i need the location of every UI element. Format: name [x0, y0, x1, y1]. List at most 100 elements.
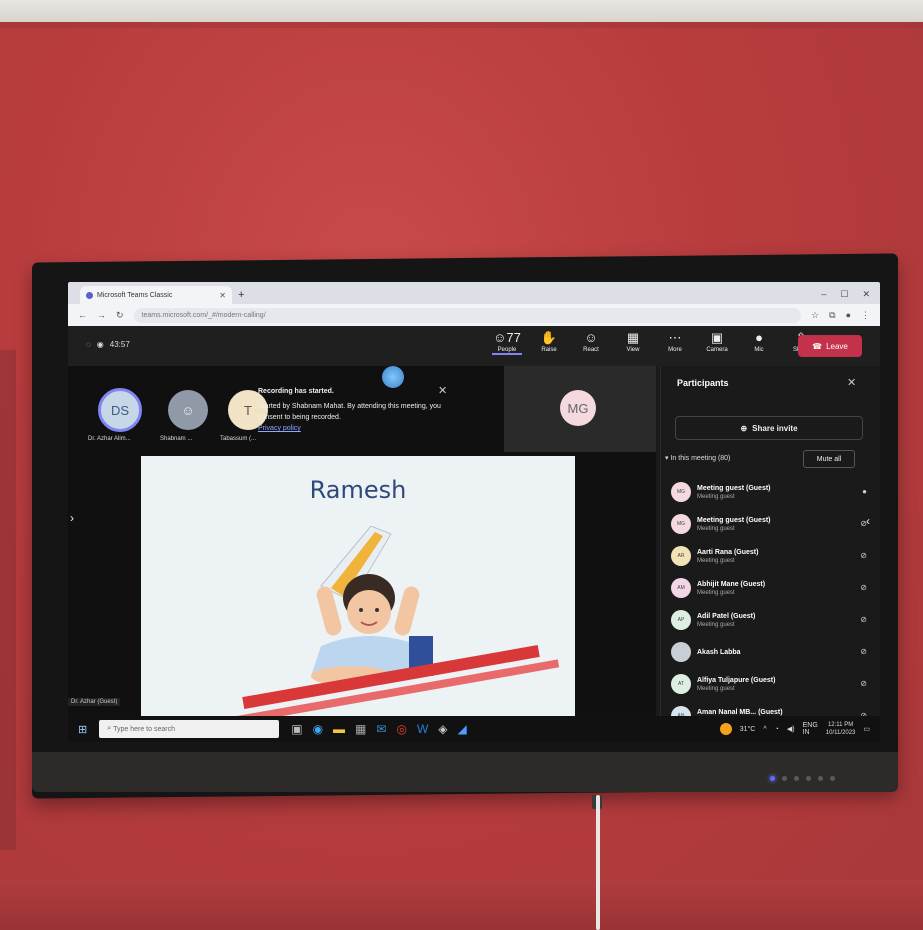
maximize-icon[interactable]: ☐ [840, 289, 848, 300]
tray-chevron-icon[interactable]: ^ [763, 726, 766, 733]
participant-text: Akash Labba [697, 648, 741, 657]
toolbar-label: View [626, 347, 640, 353]
tv-bezel-bottom [32, 752, 898, 792]
weather-temp[interactable]: 31°C [740, 726, 756, 733]
chevron-left-icon[interactable]: ‹ [866, 514, 870, 528]
participant-row[interactable]: AR Aarti Rana (Guest) Meeting guest ⊘ [671, 540, 871, 572]
participant-row[interactable]: MG Meeting guest (Guest) Meeting guest ⊘ [671, 508, 871, 540]
react-button[interactable]: ☺ React [576, 330, 606, 355]
browser-address-row: ← → ↻ teams.microsoft.com/_#/modern-call… [68, 304, 880, 326]
participant-name: Meeting guest (Guest) [697, 484, 771, 492]
toolbar-label: Camera [706, 347, 728, 353]
bookmark-star-icon[interactable]: ☆ [811, 310, 819, 321]
task-view-icon[interactable]: ▣ [291, 722, 302, 736]
participant-avatar: AT [671, 674, 691, 694]
store-icon[interactable]: ▦ [355, 722, 366, 736]
participant-list: MG Meeting guest (Guest) Meeting guest ● MG M… [671, 476, 871, 732]
system-tray: 31°C ^ ◔ ◀) ENG IN 12:11 PM 10/11/2023 ▭ [719, 721, 880, 737]
lang-indicator[interactable]: ENG IN [803, 722, 818, 736]
volume-icon[interactable]: ◀) [787, 725, 795, 733]
cable [596, 795, 600, 930]
camera-icon: ▣ [710, 330, 724, 345]
tile-label-shabnam: Shabnam ... [160, 436, 193, 442]
back-icon[interactable]: ← [78, 310, 87, 320]
chevron-right-icon[interactable]: › [70, 511, 74, 525]
mic-icon: ● [862, 487, 867, 496]
avatar-shabnam[interactable]: ☺ [168, 390, 208, 430]
app-icon[interactable]: ◢ [458, 722, 467, 736]
view-button[interactable]: ▦ View [618, 330, 648, 355]
toolbar-label: More [668, 347, 682, 353]
people-button[interactable]: ☺77 People [492, 330, 522, 355]
file-explorer-icon[interactable]: ▬ [333, 722, 345, 736]
taskbar-clock[interactable]: 12:11 PM 10/11/2023 [826, 721, 856, 737]
participant-row[interactable]: AM Abhijit Mane (Guest) Meeting guest ⊘ [671, 572, 871, 604]
recording-notification: Recording has started. Started by Shabna… [258, 386, 458, 434]
forward-icon[interactable]: → [97, 310, 106, 320]
mic-muted-icon: ⊘ [860, 583, 867, 592]
participant-name: Adil Patel (Guest) [697, 612, 756, 620]
windows-start-icon[interactable]: ⊞ [78, 723, 87, 736]
taskbar-apps: ▣ ◉ ▬ ▦ ✉ ◎ W ◈ ◢ [291, 722, 467, 736]
participant-row[interactable]: AP Adil Patel (Guest) Meeting guest ⊘ [671, 604, 871, 636]
mail-icon[interactable]: ✉ [376, 722, 386, 736]
windows-taskbar: ⊞ ⌕ Type here to search ▣ ◉ ▬ ▦ ✉ ◎ W ◈ … [68, 716, 880, 742]
video-tile-mg[interactable]: MG [504, 366, 656, 452]
add-person-icon: ⊕ [740, 423, 748, 433]
taskbar-search[interactable]: ⌕ Type here to search [99, 720, 280, 738]
tile-label-tabassum: Tabassum (... [220, 436, 257, 442]
notifications-icon[interactable]: ▭ [863, 725, 870, 733]
mic-button[interactable]: ● Mic [744, 330, 774, 355]
participant-avatar: MG [671, 482, 691, 502]
mic-muted-icon: ⊘ [860, 615, 867, 624]
recording-body: Started by Shabnam Mahat. By attending t… [258, 403, 441, 421]
raise-button[interactable]: ✋ Raise [534, 330, 564, 355]
close-window-icon[interactable]: ✕ [862, 289, 870, 300]
network-icon[interactable]: ◔ [775, 726, 779, 733]
participant-role: Meeting guest [697, 525, 735, 532]
participant-name: Meeting guest (Guest) [697, 516, 771, 524]
meeting-timer-value: 43:57 [109, 340, 130, 349]
extensions-icon[interactable]: ⧉ [829, 310, 835, 321]
pointer-cursor [382, 366, 404, 388]
share-invite-button[interactable]: ⊕ Share invite [675, 416, 863, 440]
participant-name: Abhijit Mane (Guest) [697, 580, 766, 588]
privacy-policy-link[interactable]: Privacy policy [258, 423, 458, 434]
close-icon[interactable]: ✕ [847, 376, 856, 389]
camera-button[interactable]: ▣ Camera [702, 330, 732, 355]
minimize-icon[interactable]: – [821, 289, 826, 300]
participant-row[interactable]: Akash Labba ⊘ [671, 636, 871, 668]
leave-button-label: Leave [826, 341, 848, 351]
tab-close-icon[interactable]: ✕ [219, 291, 226, 300]
edge-icon[interactable]: ◉ [313, 722, 323, 736]
participant-row[interactable]: MG Meeting guest (Guest) Meeting guest ● [671, 476, 871, 508]
menu-icon[interactable]: ⋮ [861, 310, 870, 321]
chrome-icon[interactable]: ◎ [396, 722, 406, 736]
window-controls: – ☐ ✕ [821, 289, 880, 304]
new-tab-button[interactable]: + [238, 289, 244, 304]
profile-icon[interactable]: ● [846, 310, 851, 321]
browser-tab-strip: Microsoft Teams Classic ✕ + – ☐ ✕ [68, 282, 880, 304]
leave-button[interactable]: ☎ Leave [798, 335, 862, 357]
participant-text: Abhijit Mane (Guest) Meeting guest [697, 580, 765, 597]
wall-edge [0, 350, 16, 850]
meeting-stage: MG DS Dr. Azhar Alim... ☺ Shabnam ... T … [68, 366, 656, 716]
raise-hand-icon: ✋ [540, 330, 558, 345]
clock-date: 10/11/2023 [825, 730, 856, 736]
in-meeting-section[interactable]: ▾ In this meeting (80) [665, 454, 730, 462]
mute-all-button[interactable]: Mute all [803, 450, 855, 468]
people-icon: ☺77 [493, 330, 521, 345]
participant-row[interactable]: AT Alfiya Tuljapure (Guest) Meeting guest ⊘ [671, 668, 871, 700]
word-icon[interactable]: W [417, 722, 428, 736]
avatar-ds[interactable]: DS [98, 388, 142, 432]
more-button[interactable]: ⋯ More [660, 330, 690, 355]
address-bar[interactable]: teams.microsoft.com/_#/modern-calling/ [133, 307, 802, 323]
security-icon[interactable]: ◈ [438, 722, 447, 736]
browser-tab[interactable]: Microsoft Teams Classic ✕ [80, 286, 232, 304]
participant-role: Meeting guest [697, 685, 735, 692]
mic-muted-icon: ⊘ [860, 551, 867, 560]
avatar-mg: MG [560, 390, 596, 426]
reload-icon[interactable]: ↻ [116, 310, 124, 321]
recording-close-icon[interactable]: ✕ [438, 384, 447, 397]
participant-avatar [671, 642, 691, 662]
